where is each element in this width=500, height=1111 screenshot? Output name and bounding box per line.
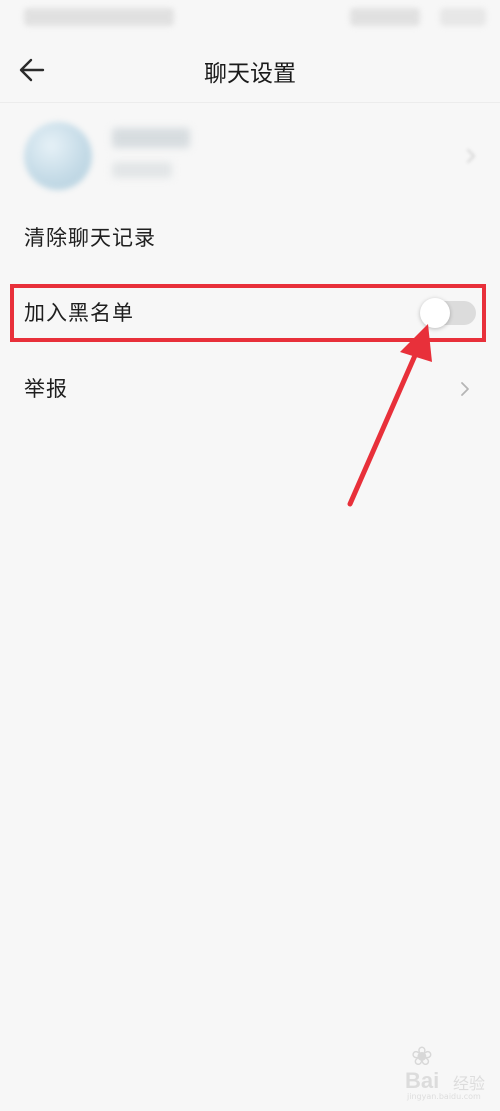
watermark-sub: 经验 xyxy=(453,1074,486,1093)
page-title: 聊天设置 xyxy=(204,61,296,87)
header-divider xyxy=(0,102,500,103)
baidu-jingyan-watermark: ❀ Bai 经验 jingyan.baidu.com xyxy=(405,1040,497,1102)
status-bar xyxy=(0,0,500,36)
battery-indicator xyxy=(440,8,486,26)
clear-chat-history-label: 清除聊天记录 xyxy=(24,226,156,250)
header-bar: 聊天设置 xyxy=(0,36,500,104)
contact-name-redacted xyxy=(112,128,190,148)
watermark-url: jingyan.baidu.com xyxy=(407,1092,481,1101)
status-bar-left xyxy=(24,8,174,26)
report-label: 举报 xyxy=(24,377,68,401)
clear-chat-history-row[interactable]: 清除聊天记录 xyxy=(0,202,500,274)
watermark-brand: Bai xyxy=(405,1068,440,1093)
contact-subtitle-redacted xyxy=(112,162,172,178)
avatar xyxy=(24,122,92,190)
status-bar-right xyxy=(350,8,420,26)
annotation-arrow xyxy=(347,324,432,507)
chevron-right-icon xyxy=(461,382,469,396)
contact-profile-row[interactable] xyxy=(0,108,500,206)
chevron-right-icon xyxy=(467,149,475,163)
